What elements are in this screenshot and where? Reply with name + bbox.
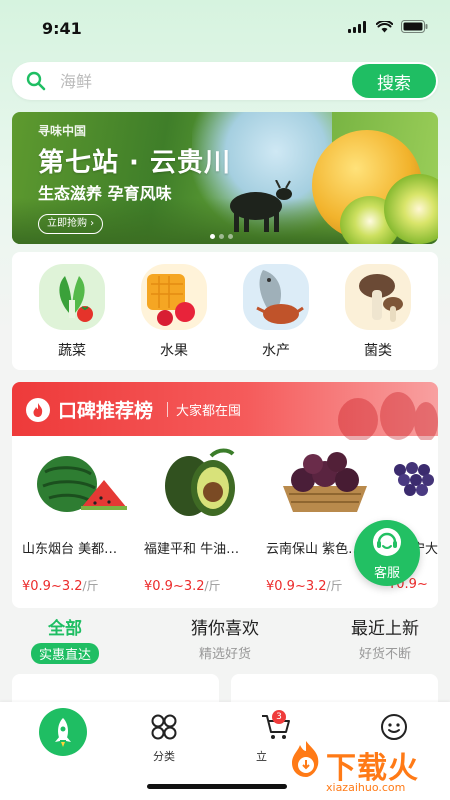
price-value: ¥0.9~3.2 bbox=[22, 579, 83, 594]
product-name: 福建平和 牛油… bbox=[144, 542, 240, 557]
pagination-dot[interactable] bbox=[210, 234, 215, 239]
search-button[interactable]: 搜索 bbox=[352, 64, 436, 98]
tab-guess-you-like[interactable]: 猜你喜欢 精选好货 bbox=[160, 614, 290, 662]
category-grid: 蔬菜 水果 水产 菌类 bbox=[12, 252, 438, 370]
banner-brand: 寻味中国 bbox=[38, 124, 87, 138]
customer-service-label: 客服 bbox=[373, 566, 400, 581]
category-fruits[interactable]: 水果 bbox=[134, 264, 214, 360]
flame-icon bbox=[26, 398, 50, 422]
watermelon-icon bbox=[31, 446, 131, 518]
tab-new-arrivals[interactable]: 最近上新 好货不断 bbox=[320, 614, 450, 662]
ranking-title: 口碑推荐榜 bbox=[58, 400, 154, 422]
tab-all[interactable]: 全部 实惠直达 bbox=[0, 614, 130, 664]
pagination-dot[interactable] bbox=[219, 234, 224, 239]
tab-subtitle: 好货不断 bbox=[358, 647, 411, 662]
price-unit: /斤 bbox=[326, 579, 343, 593]
category-grid-icon bbox=[151, 714, 177, 740]
search-bar: 搜索 bbox=[12, 62, 438, 100]
search-input[interactable] bbox=[60, 62, 350, 100]
fruits-icon bbox=[141, 264, 207, 330]
product-name: 山东烟台 美都… bbox=[22, 542, 118, 557]
customer-service-button[interactable]: 客服 bbox=[354, 520, 420, 586]
product-price: ¥0.9~3.2/斤 bbox=[144, 577, 262, 594]
feed-tabs: 全部 实惠直达 猜你喜欢 精选好货 最近上新 好货不断 bbox=[0, 614, 450, 668]
banner-title: 第七站 · 云贵川 bbox=[38, 148, 231, 178]
category-vegetables[interactable]: 蔬菜 bbox=[32, 264, 112, 360]
wifi-icon bbox=[376, 20, 393, 32]
tab-title: 猜你喜欢 bbox=[191, 619, 259, 639]
headset-icon bbox=[373, 528, 401, 556]
status-time: 9:41 bbox=[42, 19, 82, 38]
product-card[interactable]: 福建平和 牛油… ¥0.9~3.2/斤 bbox=[144, 446, 262, 594]
status-icons bbox=[348, 20, 428, 33]
price-value: ¥0.9~3.2 bbox=[266, 579, 327, 594]
pear-decoration-icon bbox=[338, 392, 438, 440]
passion-fruit-icon bbox=[275, 446, 375, 518]
banner-pagination bbox=[210, 234, 233, 239]
category-mushroom[interactable]: 菌类 bbox=[338, 264, 418, 360]
promo-banner[interactable]: 寻味中国 第七站 · 云贵川 生态滋养 孕育风味 立即抢购 › bbox=[12, 112, 438, 244]
avocado-icon bbox=[153, 446, 253, 518]
cart-badge: 3 bbox=[272, 710, 286, 724]
product-price: ¥0.9~3.2/斤 bbox=[22, 577, 140, 594]
ranking-header[interactable]: 口碑推荐榜 大家都在囤 bbox=[12, 382, 438, 440]
tab-subtitle: 精选好货 bbox=[198, 647, 251, 662]
grapes-icon bbox=[388, 446, 438, 518]
tab-title: 最近上新 bbox=[351, 619, 419, 639]
vegetables-icon bbox=[39, 264, 105, 330]
price-value: ¥0.9~3.2 bbox=[144, 579, 205, 594]
pagination-dot[interactable] bbox=[228, 234, 233, 239]
battery-icon bbox=[401, 20, 428, 33]
banner-buy-button[interactable]: 立即抢购 › bbox=[38, 214, 104, 234]
category-label: 菌类 bbox=[364, 343, 392, 359]
ranking-divider bbox=[167, 402, 168, 417]
category-seafood[interactable]: 水产 bbox=[236, 264, 316, 360]
ranking-subtitle: 大家都在囤 bbox=[176, 404, 242, 419]
watermark: 下载火 xiazaihuo.com bbox=[270, 735, 450, 800]
nav-label: 分类 bbox=[153, 750, 175, 763]
category-label: 蔬菜 bbox=[58, 343, 86, 359]
seafood-icon bbox=[243, 264, 309, 330]
tab-subtitle: 实惠直达 bbox=[30, 643, 99, 664]
tab-title: 全部 bbox=[48, 619, 82, 639]
category-label: 水果 bbox=[160, 343, 188, 359]
signal-icon bbox=[348, 20, 366, 33]
category-label: 水产 bbox=[262, 343, 290, 359]
banner-subtitle: 生态滋养 孕育风味 bbox=[38, 184, 172, 203]
price-unit: /斤 bbox=[204, 579, 221, 593]
rocket-icon bbox=[39, 708, 87, 756]
product-card[interactable]: 山东烟台 美都… ¥0.9~3.2/斤 bbox=[22, 446, 140, 594]
status-bar: 9:41 bbox=[0, 0, 450, 56]
home-indicator bbox=[147, 784, 287, 789]
watermark-url: xiazaihuo.com bbox=[326, 781, 406, 794]
goat-illustration bbox=[230, 180, 292, 232]
mushroom-icon bbox=[345, 264, 411, 330]
nav-category[interactable]: 分类 bbox=[124, 702, 204, 764]
flame-logo-icon bbox=[292, 741, 319, 777]
price-unit: /斤 bbox=[82, 579, 99, 593]
search-icon bbox=[26, 71, 46, 91]
